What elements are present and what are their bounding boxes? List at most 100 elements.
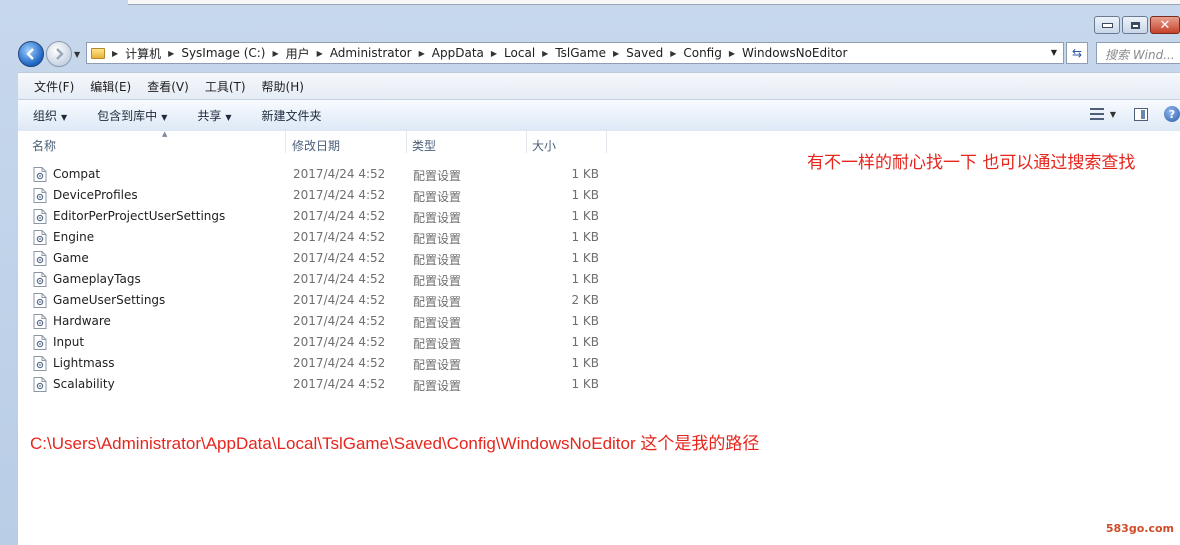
breadcrumb-tslgame[interactable]: TslGame [555, 46, 606, 60]
chevron-right-icon[interactable]: ▶ [272, 49, 278, 58]
file-size: 1 KB [571, 356, 599, 370]
recent-pages-dropdown-icon[interactable]: ▼ [74, 50, 80, 59]
file-modified: 2017/4/24 4:52 [293, 167, 386, 181]
file-type: 配置设置 [413, 190, 462, 204]
close-icon: ✕ [1159, 17, 1171, 33]
new-folder-button[interactable]: 新建文件夹 [262, 107, 322, 124]
chevron-right-icon[interactable]: ▶ [670, 49, 676, 58]
table-row[interactable]: GameUserSettings 2017/4/24 4:52 配置设置 2 KB [18, 290, 718, 311]
maximize-button[interactable] [1122, 16, 1148, 34]
config-file-icon [33, 314, 47, 329]
address-bar[interactable]: ▶ 计算机 ▶ SysImage (C:) ▶ 用户 ▶ Administrat… [86, 42, 1064, 64]
menu-edit[interactable]: 编辑(E) [90, 78, 131, 95]
table-row[interactable]: GameplayTags 2017/4/24 4:52 配置设置 1 KB [18, 269, 718, 290]
maximize-icon [1130, 21, 1140, 29]
breadcrumb-drive-c[interactable]: SysImage (C:) [181, 46, 265, 60]
table-row[interactable]: Hardware 2017/4/24 4:52 配置设置 1 KB [18, 311, 718, 332]
include-in-library-button[interactable]: 包含到库中 ▼ [97, 107, 167, 124]
table-row[interactable]: Compat 2017/4/24 4:52 配置设置 1 KB [18, 164, 718, 185]
breadcrumb-windowsnoeditor[interactable]: WindowsNoEditor [742, 46, 847, 60]
refresh-icon: ⇆ [1071, 46, 1083, 60]
file-type: 配置设置 [413, 295, 462, 309]
address-row: ▼ ▶ 计算机 ▶ SysImage (C:) ▶ 用户 ▶ Administr… [0, 37, 1180, 69]
column-header-name[interactable]: 名称 ▲ [28, 130, 286, 153]
chevron-right-icon[interactable]: ▶ [112, 49, 118, 58]
breadcrumb-users[interactable]: 用户 [286, 45, 310, 62]
file-name: GameplayTags [53, 272, 141, 286]
file-list: 名称 ▲ 修改日期 类型 大小 Compat 2017/4/24 4:52 配置设置… [18, 130, 1180, 545]
file-size: 1 KB [571, 251, 599, 265]
table-row[interactable]: Engine 2017/4/24 4:52 配置设置 1 KB [18, 227, 718, 248]
breadcrumb-config[interactable]: Config [683, 46, 722, 60]
file-modified: 2017/4/24 4:52 [293, 293, 386, 307]
config-file-icon [33, 251, 47, 266]
chevron-right-icon[interactable]: ▶ [542, 49, 548, 58]
file-type: 配置设置 [413, 337, 462, 351]
explorer-window: ✕ ▼ ▶ 计算机 ▶ SysImage (C:) ▶ 用户 ▶ Adminis… [0, 0, 1180, 545]
annotation-path: C:\Users\Administrator\AppData\Local\Tsl… [30, 434, 760, 453]
forward-button[interactable] [46, 41, 72, 67]
chevron-right-icon[interactable]: ▶ [419, 49, 425, 58]
config-file-icon [33, 335, 47, 350]
view-options-icon[interactable] [1089, 108, 1104, 120]
organize-button[interactable]: 组织 ▼ [33, 107, 67, 124]
table-row[interactable]: Lightmass 2017/4/24 4:52 配置设置 1 KB [18, 353, 718, 374]
search-input[interactable]: 搜索 Wind... [1096, 42, 1180, 64]
file-modified: 2017/4/24 4:52 [293, 335, 386, 349]
menu-file[interactable]: 文件(F) [34, 78, 74, 95]
menu-tools[interactable]: 工具(T) [205, 78, 246, 95]
breadcrumb-local[interactable]: Local [504, 46, 535, 60]
file-name: Compat [53, 167, 101, 181]
column-size-label: 大小 [532, 139, 557, 153]
breadcrumb-saved[interactable]: Saved [626, 46, 663, 60]
view-options-dropdown-icon[interactable]: ▼ [1110, 110, 1116, 119]
table-row[interactable]: EditorPerProjectUserSettings 2017/4/24 4:… [18, 206, 718, 227]
arrow-right-icon [56, 48, 64, 60]
table-row[interactable]: Game 2017/4/24 4:52 配置设置 1 KB [18, 248, 718, 269]
share-button[interactable]: 共享 ▼ [197, 107, 231, 124]
config-file-icon [33, 377, 47, 392]
file-size: 1 KB [571, 188, 599, 202]
column-header-modified[interactable]: 修改日期 [288, 131, 407, 153]
chevron-right-icon[interactable]: ▶ [613, 49, 619, 58]
help-icon[interactable]: ? [1164, 106, 1180, 122]
preview-pane-icon[interactable] [1134, 107, 1148, 121]
breadcrumb-appdata[interactable]: AppData [432, 46, 484, 60]
menu-help[interactable]: 帮助(H) [262, 78, 304, 95]
breadcrumb-computer[interactable]: 计算机 [125, 45, 161, 62]
chevron-right-icon[interactable]: ▶ [317, 49, 323, 58]
column-header-type[interactable]: 类型 [408, 131, 527, 153]
caret-down-icon: ▼ [161, 113, 168, 122]
refresh-button[interactable]: ⇆ [1066, 42, 1088, 64]
back-button[interactable] [18, 41, 44, 67]
view-controls: ▼ ? [1089, 106, 1180, 122]
file-modified: 2017/4/24 4:52 [293, 188, 386, 202]
config-file-icon [33, 272, 47, 287]
table-row[interactable]: DeviceProfiles 2017/4/24 4:52 配置设置 1 KB [18, 185, 718, 206]
file-modified: 2017/4/24 4:52 [293, 251, 386, 265]
file-name: Game [53, 251, 89, 265]
address-history-dropdown-icon[interactable]: ▼ [1051, 48, 1057, 57]
menu-view[interactable]: 查看(V) [147, 78, 189, 95]
close-button[interactable]: ✕ [1150, 16, 1180, 34]
file-modified: 2017/4/24 4:52 [293, 377, 386, 391]
window-controls: ✕ [1092, 16, 1180, 36]
table-row[interactable]: Input 2017/4/24 4:52 配置设置 1 KB [18, 332, 718, 353]
background-window-edge [128, 0, 1180, 5]
file-name: Scalability [53, 377, 115, 391]
table-row[interactable]: Scalability 2017/4/24 4:52 配置设置 1 KB [18, 374, 718, 395]
annotation-tip: 有不一样的耐心找一下 也可以通过搜索查找 [807, 153, 1136, 173]
file-type: 配置设置 [413, 274, 462, 288]
file-name: EditorPerProjectUserSettings [53, 209, 226, 223]
file-type: 配置设置 [413, 232, 462, 246]
column-header-size[interactable]: 大小 [528, 131, 607, 153]
minimize-button[interactable] [1094, 16, 1120, 34]
chevron-right-icon[interactable]: ▶ [168, 49, 174, 58]
breadcrumb-administrator[interactable]: Administrator [330, 46, 412, 60]
caret-down-icon: ▼ [61, 113, 68, 122]
file-name: Lightmass [53, 356, 115, 370]
chevron-right-icon[interactable]: ▶ [491, 49, 497, 58]
chevron-right-icon[interactable]: ▶ [729, 49, 735, 58]
file-size: 1 KB [571, 272, 599, 286]
sort-ascending-icon: ▲ [162, 130, 168, 138]
